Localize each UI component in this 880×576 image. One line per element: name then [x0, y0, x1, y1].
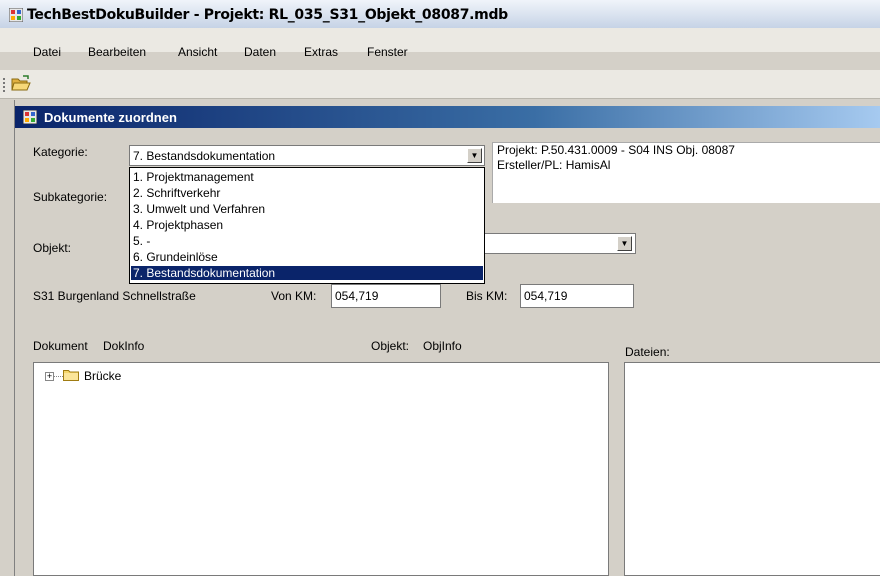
toolbar-grip[interactable]	[3, 78, 5, 92]
files-list[interactable]	[624, 362, 880, 576]
menu-ansicht[interactable]: Ansicht	[178, 45, 217, 59]
open-folder-icon[interactable]	[11, 75, 31, 93]
bis-km-input[interactable]: 054,719	[520, 284, 634, 308]
kategorie-dropdown-button[interactable]: ▼	[467, 148, 482, 163]
kategorie-option[interactable]: 5. -	[133, 234, 150, 248]
kategorie-option[interactable]: 1. Projektmanagement	[133, 170, 254, 184]
tree-item-bruecke[interactable]: Brücke	[84, 369, 121, 383]
kategorie-option[interactable]: 3. Umwelt und Verfahren	[133, 202, 265, 216]
kategorie-dropdown-list: 1. Projektmanagement 2. Schriftverkehr 3…	[129, 167, 485, 284]
kategorie-selected-value: 7. Bestandsdokumentation	[133, 149, 276, 163]
subkategorie-label: Subkategorie:	[33, 190, 108, 204]
menu-daten[interactable]: Daten	[244, 45, 276, 59]
tree-connector	[54, 376, 63, 377]
objekt-label: Objekt:	[33, 241, 72, 255]
column-objekt: Objekt:	[371, 339, 410, 353]
kategorie-option[interactable]: 2. Schriftverkehr	[133, 186, 220, 200]
von-km-value: 054,719	[335, 289, 379, 303]
chevron-down-icon: ▼	[470, 151, 479, 160]
kategorie-select[interactable]: 7. Bestandsdokumentation	[129, 145, 485, 166]
menu-extras[interactable]: Extras	[304, 45, 338, 59]
bis-km-value: 054,719	[524, 289, 568, 303]
von-km-label: Von KM:	[271, 289, 317, 303]
menu-bearbeiten[interactable]: Bearbeiten	[88, 45, 146, 59]
menu-datei[interactable]: Datei	[33, 45, 61, 59]
project-info-line: Projekt: P.50.431.0009 - S04 INS Obj. 08…	[497, 143, 735, 157]
kategorie-label: Kategorie:	[33, 145, 88, 159]
von-km-input[interactable]: 054,719	[331, 284, 441, 308]
folder-icon	[63, 370, 79, 381]
form-icon	[23, 110, 37, 124]
document-tree[interactable]	[33, 362, 609, 576]
objekt-dropdown-button[interactable]: ▼	[617, 236, 632, 251]
kategorie-option[interactable]: 4. Projektphasen	[133, 218, 223, 232]
chevron-down-icon: ▼	[620, 239, 629, 248]
column-objinfo: ObjInfo	[423, 339, 462, 353]
road-label: S31 Burgenland Schnellstraße	[33, 289, 196, 303]
project-info-author: Ersteller/PL: HamisAl	[497, 158, 611, 172]
child-window-title: Dokumente zuordnen	[44, 110, 177, 125]
kategorie-option[interactable]: 6. Grundeinlöse	[133, 250, 218, 264]
objekt-select[interactable]	[484, 233, 636, 254]
column-dokinfo: DokInfo	[103, 339, 145, 353]
menu-fenster[interactable]: Fenster	[367, 45, 408, 59]
window-title: TechBestDokuBuilder - Projekt: RL_035_S3…	[27, 7, 508, 23]
column-dokument: Dokument	[33, 339, 88, 353]
tree-expander[interactable]: +	[45, 372, 54, 381]
kategorie-option-selected[interactable]: 7. Bestandsdokumentation	[131, 266, 483, 280]
dateien-label: Dateien:	[625, 345, 670, 359]
bis-km-label: Bis KM:	[466, 289, 508, 303]
toolbar	[0, 70, 880, 99]
app-icon	[9, 8, 23, 22]
